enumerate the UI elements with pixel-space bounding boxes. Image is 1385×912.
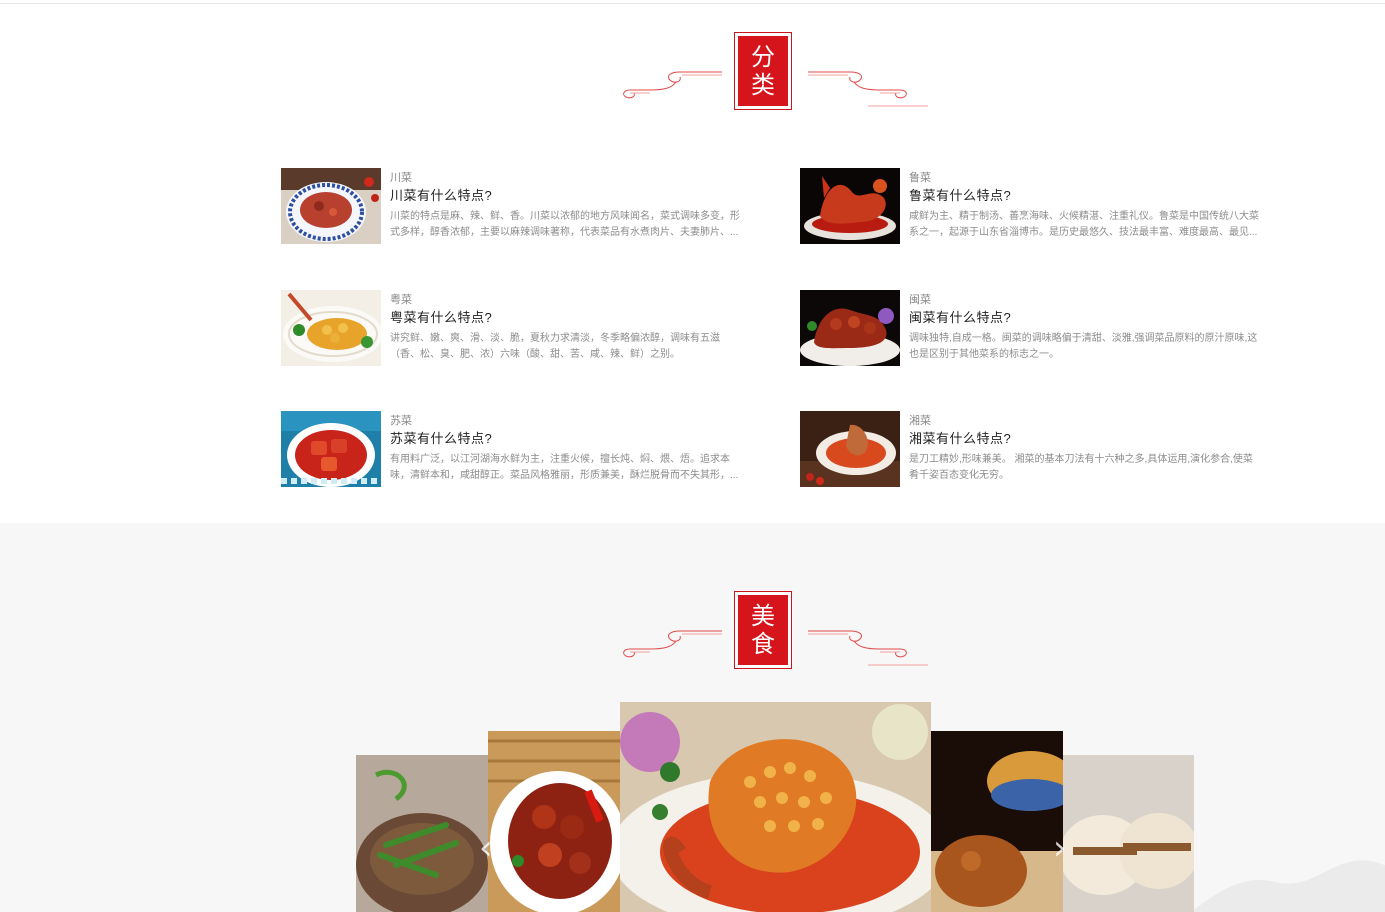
category-title[interactable]: 鲁菜有什么特点? (909, 187, 1261, 205)
category-thumbnail[interactable] (800, 411, 900, 487)
category-description: 讲究鲜、嫩、爽、滑、淡、脆，夏秋力求清淡，冬季略偏浓醇，调味有五滋（香、松、臭、… (390, 333, 720, 360)
category-description: 有用料广泛，以江河湖海水鲜为主，注重火候，擅长炖、焖、煨、焐。追求本味，清鲜本和… (390, 454, 739, 481)
category-card-cantonese[interactable]: 粤菜 粤菜有什么特点? 讲究鲜、嫩、爽、滑、淡、脆，夏秋力求清淡，冬季略偏浓醇，… (281, 290, 751, 366)
carousel-next-button[interactable]: › (1053, 828, 1067, 868)
category-thumbnail[interactable] (800, 290, 900, 366)
carousel-slide[interactable] (1063, 755, 1194, 912)
category-description: 咸鲜为主、精于制汤、善烹海味、火候精湛、注重礼仪。鲁菜是中国传统八大菜系之一，起… (909, 211, 1259, 238)
cloud-ornament-left-icon (623, 71, 722, 99)
food-header: 美食 (0, 591, 1385, 681)
carousel-slide[interactable] (931, 731, 1063, 912)
food-section: 美食 ‹ › (0, 523, 1385, 912)
section-seal-text: 分类 (751, 43, 775, 99)
category-tag: 粤菜 (390, 294, 412, 306)
category-thumbnail[interactable] (800, 168, 900, 244)
category-thumbnail[interactable] (281, 411, 381, 487)
category-title[interactable]: 苏菜有什么特点? (390, 430, 742, 448)
category-thumbnail[interactable] (281, 168, 381, 244)
category-card-sichuan[interactable]: 川菜 川菜有什么特点? 川菜的特点是麻、辣、鲜、香。川菜以浓郁的地方风味闻名，菜… (281, 168, 751, 244)
carousel-slide[interactable] (488, 731, 620, 912)
category-thumbnail[interactable] (281, 290, 381, 366)
cloud-ornament-left-icon (623, 630, 722, 658)
carousel-slide-active[interactable] (620, 702, 931, 912)
section-seal: 美食 (734, 591, 792, 669)
cloud-ornament-right-icon (808, 71, 928, 107)
category-card-hunan[interactable]: 湘菜 湘菜有什么特点? 是刀工精妙,形味兼美。 湘菜的基本刀法有十六种之多,具体… (800, 411, 1270, 487)
category-title[interactable]: 川菜有什么特点? (390, 187, 742, 205)
cloud-ornament-right-icon (808, 630, 928, 666)
category-description: 是刀工精妙,形味兼美。 湘菜的基本刀法有十六种之多,具体运用,演化参合,使菜肴千… (909, 454, 1253, 481)
section-seal: 分类 (734, 32, 792, 110)
category-tag: 苏菜 (390, 415, 412, 427)
category-title[interactable]: 湘菜有什么特点? (909, 430, 1261, 448)
category-description: 调味独特,自成一格。闽菜的调味略偏于清甜、淡雅,强调菜品原料的原汁原味,这也是区… (909, 333, 1258, 360)
category-tag: 闽菜 (909, 294, 931, 306)
categories-header: 分类 (0, 32, 1385, 122)
category-description: 川菜的特点是麻、辣、鲜、香。川菜以浓郁的地方风味闻名，菜式调味多变，形式多样，醇… (390, 211, 740, 238)
category-tag: 鲁菜 (909, 172, 931, 184)
category-card-fujian[interactable]: 闽菜 闽菜有什么特点? 调味独特,自成一格。闽菜的调味略偏于清甜、淡雅,强调菜品… (800, 290, 1270, 366)
carousel-slide[interactable] (356, 755, 488, 912)
carousel-prev-button[interactable]: ‹ (479, 828, 493, 868)
category-title[interactable]: 闽菜有什么特点? (909, 309, 1261, 327)
category-card-shandong[interactable]: 鲁菜 鲁菜有什么特点? 咸鲜为主、精于制汤、善烹海味、火候精湛、注重礼仪。鲁菜是… (800, 168, 1270, 244)
section-seal-text: 美食 (751, 602, 775, 658)
category-card-jiangsu[interactable]: 苏菜 苏菜有什么特点? 有用料广泛，以江河湖海水鲜为主，注重火候，擅长炖、焖、煨… (281, 411, 751, 487)
category-tag: 湘菜 (909, 415, 931, 427)
mountain-mist-decoration (1191, 860, 1385, 912)
top-divider (0, 3, 1385, 4)
category-tag: 川菜 (390, 172, 412, 184)
category-title[interactable]: 粤菜有什么特点? (390, 309, 742, 327)
